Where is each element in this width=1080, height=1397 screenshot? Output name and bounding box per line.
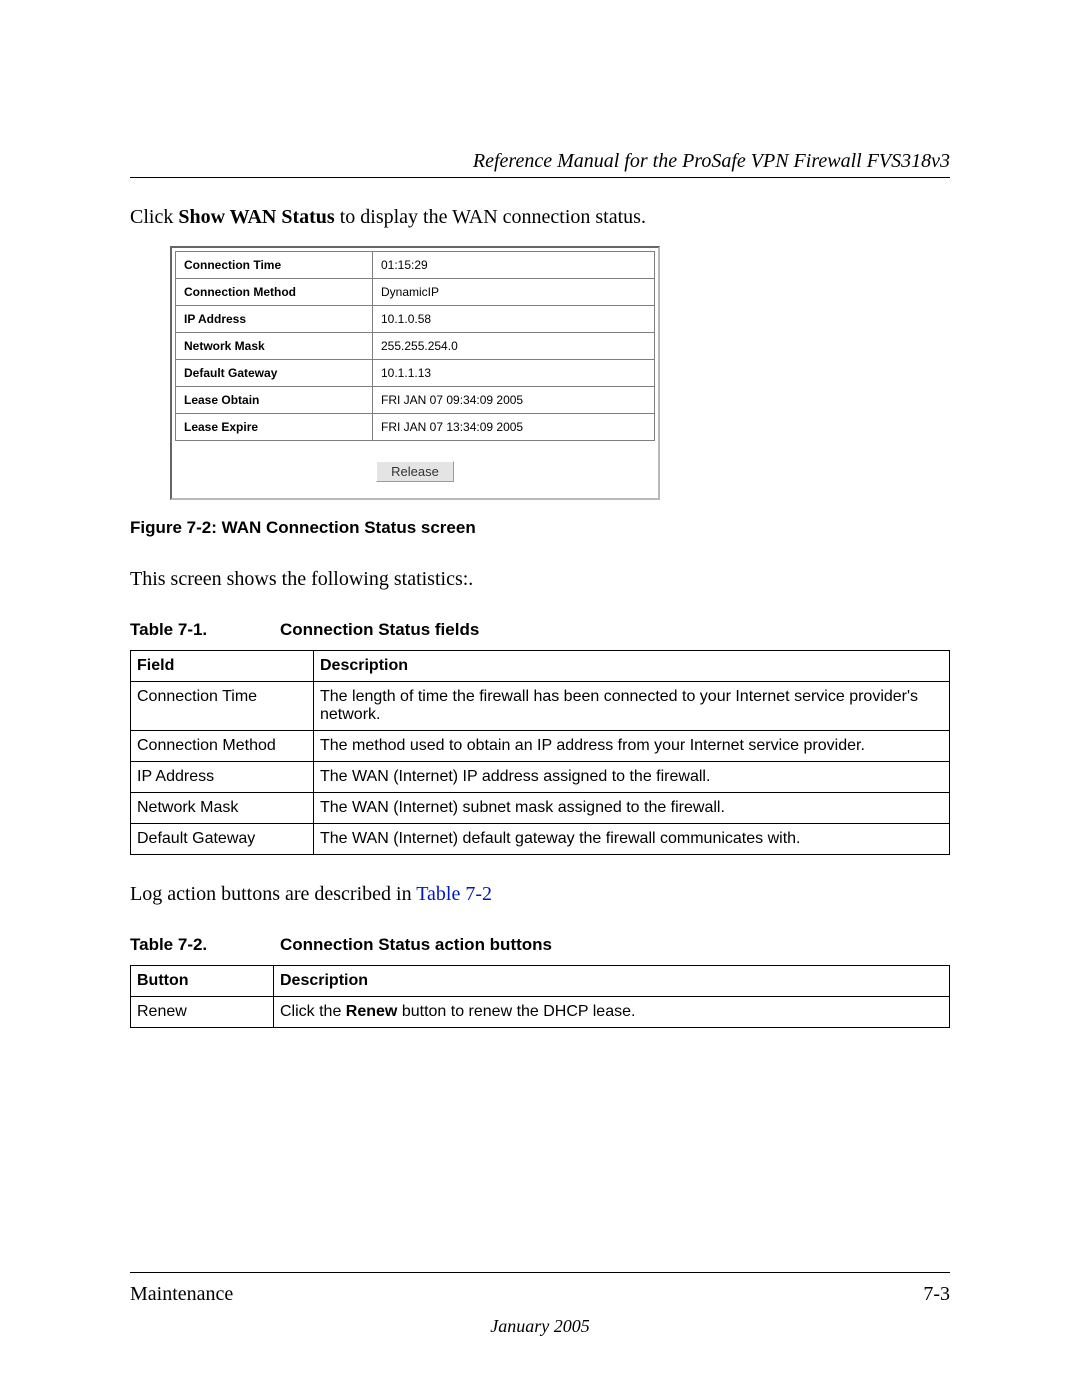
table2: Button Description Renew Click the Renew…: [130, 965, 950, 1028]
log-prefix: Log action buttons are described in: [130, 883, 416, 905]
table1: Field Description Connection TimeThe len…: [130, 650, 950, 855]
wan-row: Connection MethodDynamicIP: [176, 279, 655, 306]
table2-title: Connection Status action buttons: [280, 935, 552, 954]
table1-row: Network MaskThe WAN (Internet) subnet ma…: [131, 793, 950, 824]
wan-label: Connection Method: [176, 279, 373, 306]
table1-field: Connection Time: [131, 682, 314, 731]
table2-row: Renew Click the Renew button to renew th…: [131, 997, 950, 1028]
wan-value: FRI JAN 07 09:34:09 2005: [373, 387, 655, 414]
table1-desc: The WAN (Internet) IP address assigned t…: [314, 762, 950, 793]
wan-row: Connection Time01:15:29: [176, 252, 655, 279]
wan-label: Network Mask: [176, 333, 373, 360]
table1-caption: Table 7-1.Connection Status fields: [130, 620, 950, 640]
table2-caption: Table 7-2.Connection Status action butto…: [130, 935, 950, 955]
table2-head-button: Button: [131, 966, 274, 997]
footer-row: Maintenance 7-3: [130, 1283, 950, 1306]
wan-value: 10.1.0.58: [373, 306, 655, 333]
table2-button-cell: Renew: [131, 997, 274, 1028]
table1-row: IP AddressThe WAN (Internet) IP address …: [131, 762, 950, 793]
wan-value: 255.255.254.0: [373, 333, 655, 360]
wan-row: IP Address10.1.0.58: [176, 306, 655, 333]
figure-caption: Figure 7-2: WAN Connection Status screen: [130, 518, 950, 538]
wan-row: Lease ExpireFRI JAN 07 13:34:09 2005: [176, 414, 655, 441]
table1-field: Connection Method: [131, 731, 314, 762]
table1-head-desc: Description: [314, 651, 950, 682]
footer-rule: [130, 1272, 950, 1273]
t2-bold: Renew: [346, 1003, 398, 1020]
log-paragraph: Log action buttons are described in Tabl…: [130, 881, 950, 907]
wan-button-row: Release: [175, 441, 655, 482]
footer-page-number: 7-3: [923, 1283, 950, 1306]
wan-value: 10.1.1.13: [373, 360, 655, 387]
wan-status-panel: Connection Time01:15:29 Connection Metho…: [170, 246, 660, 500]
table2-head-desc: Description: [274, 966, 950, 997]
table1-field: Default Gateway: [131, 824, 314, 855]
table1-desc: The length of time the firewall has been…: [314, 682, 950, 731]
table1-field: Network Mask: [131, 793, 314, 824]
t2-pre: Click the: [280, 1003, 346, 1020]
wan-label: Default Gateway: [176, 360, 373, 387]
wan-label: Lease Expire: [176, 414, 373, 441]
wan-label: IP Address: [176, 306, 373, 333]
table1-head-row: Field Description: [131, 651, 950, 682]
table1-title: Connection Status fields: [280, 620, 479, 639]
table1-desc: The WAN (Internet) default gateway the f…: [314, 824, 950, 855]
wan-row: Default Gateway10.1.1.13: [176, 360, 655, 387]
wan-label: Lease Obtain: [176, 387, 373, 414]
stats-paragraph: This screen shows the following statisti…: [130, 566, 950, 592]
wan-value: 01:15:29: [373, 252, 655, 279]
wan-value: DynamicIP: [373, 279, 655, 306]
table2-head-row: Button Description: [131, 966, 950, 997]
wan-row: Network Mask255.255.254.0: [176, 333, 655, 360]
intro-prefix: Click: [130, 206, 178, 228]
wan-status-table: Connection Time01:15:29 Connection Metho…: [175, 251, 655, 441]
release-button[interactable]: Release: [376, 461, 454, 482]
table1-row: Connection TimeThe length of time the fi…: [131, 682, 950, 731]
intro-paragraph: Click Show WAN Status to display the WAN…: [130, 204, 950, 230]
table1-row: Connection MethodThe method used to obta…: [131, 731, 950, 762]
header-rule: [130, 177, 950, 178]
table2-desc-cell: Click the Renew button to renew the DHCP…: [274, 997, 950, 1028]
table1-desc: The method used to obtain an IP address …: [314, 731, 950, 762]
footer-date: January 2005: [130, 1316, 950, 1337]
wan-label: Connection Time: [176, 252, 373, 279]
table2-number: Table 7-2.: [130, 935, 280, 955]
footer-section: Maintenance: [130, 1283, 233, 1306]
page-footer: Maintenance 7-3 January 2005: [130, 1272, 950, 1337]
table1-row: Default GatewayThe WAN (Internet) defaul…: [131, 824, 950, 855]
wan-row: Lease ObtainFRI JAN 07 09:34:09 2005: [176, 387, 655, 414]
table1-number: Table 7-1.: [130, 620, 280, 640]
intro-suffix: to display the WAN connection status.: [335, 206, 646, 228]
t2-post: button to renew the DHCP lease.: [397, 1003, 635, 1020]
table1-desc: The WAN (Internet) subnet mask assigned …: [314, 793, 950, 824]
table-link[interactable]: Table 7-2: [416, 883, 492, 905]
wan-value: FRI JAN 07 13:34:09 2005: [373, 414, 655, 441]
document-header: Reference Manual for the ProSafe VPN Fir…: [130, 150, 950, 173]
table1-head-field: Field: [131, 651, 314, 682]
table1-field: IP Address: [131, 762, 314, 793]
page: Reference Manual for the ProSafe VPN Fir…: [0, 0, 1080, 1397]
intro-bold: Show WAN Status: [178, 206, 334, 228]
